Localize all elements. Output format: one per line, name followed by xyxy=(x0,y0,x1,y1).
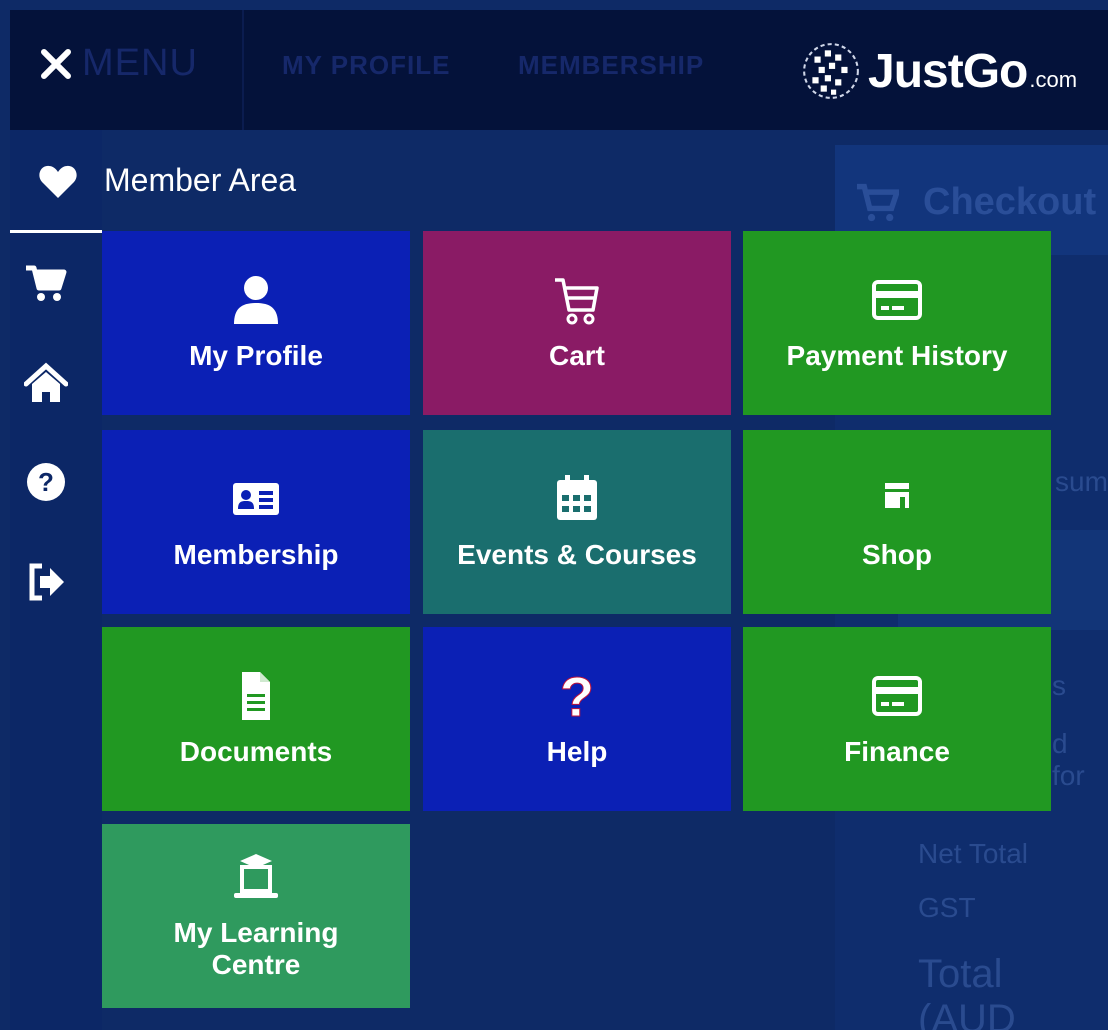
tile-cart[interactable]: Cart xyxy=(423,231,731,415)
globe-icon xyxy=(803,43,859,99)
question-icon: ? xyxy=(559,670,594,722)
summary-text: sum xyxy=(1055,466,1108,497)
checkout-title: Checkout xyxy=(923,181,1097,223)
tile-label: My Profile xyxy=(189,340,323,371)
svg-text:?: ? xyxy=(560,670,594,722)
tile-label: Events & Courses xyxy=(457,539,697,570)
nav-divider xyxy=(242,10,244,130)
tile-help[interactable]: ? Help xyxy=(423,627,731,811)
sidebar-active-indicator xyxy=(10,230,102,233)
cart-icon[interactable] xyxy=(24,262,68,306)
tile-events-courses[interactable]: Events & Courses xyxy=(423,430,731,614)
tile-shop[interactable]: Shop xyxy=(743,430,1051,614)
tile-my-learning-centre[interactable]: My Learning Centre xyxy=(102,824,410,1008)
tile-payment-history[interactable]: Payment History xyxy=(743,231,1051,415)
logo-brand: JustGo xyxy=(868,44,1028,98)
logo-suffix: .com xyxy=(1029,67,1078,92)
close-icon[interactable] xyxy=(36,44,76,84)
tile-label: My Learning Centre xyxy=(173,917,339,980)
member-area-header[interactable]: Member Area xyxy=(10,130,835,230)
home-icon[interactable] xyxy=(24,362,68,406)
tile-label: Help xyxy=(546,736,608,767)
tile-label: Shop xyxy=(862,539,932,570)
net-total-label: Net Total xyxy=(918,838,1028,869)
user-icon xyxy=(234,276,278,324)
tile-label: Documents xyxy=(179,736,333,767)
bg-text-s: s xyxy=(1052,670,1066,701)
sign-out-icon[interactable] xyxy=(24,560,68,604)
tile-label: Payment History xyxy=(786,340,1008,371)
tile-my-profile[interactable]: My Profile xyxy=(102,231,410,415)
top-navigation-bar: MENU MY PROFILE MEMBERSHIP JustGo .com xyxy=(10,10,1108,130)
tile-documents[interactable]: Documents xyxy=(102,627,410,811)
id-card-icon xyxy=(233,483,279,515)
tile-membership[interactable]: Membership xyxy=(102,430,410,614)
learning-icon xyxy=(234,854,278,898)
calendar-icon xyxy=(557,475,597,520)
document-icon xyxy=(242,672,270,720)
help-icon[interactable]: ? xyxy=(24,460,68,504)
member-area-title: Member Area xyxy=(104,162,297,198)
tile-label: Cart xyxy=(548,340,605,371)
store-icon xyxy=(885,483,909,508)
tile-finance[interactable]: Finance xyxy=(743,627,1051,811)
gst-label: GST xyxy=(918,892,976,923)
tile-label: Finance xyxy=(844,736,950,767)
bg-text-dfor: d for xyxy=(1052,728,1085,791)
justgo-logo[interactable]: JustGo .com xyxy=(800,36,1077,106)
total-label: Total (AUD xyxy=(918,952,1016,1030)
nav-membership: MEMBERSHIP xyxy=(518,50,705,80)
cart-icon xyxy=(555,278,599,325)
svg-text:?: ? xyxy=(38,467,54,497)
cart-icon xyxy=(857,183,899,222)
tile-label: Membership xyxy=(173,539,339,570)
credit-card-icon xyxy=(872,676,922,716)
credit-card-icon xyxy=(872,280,922,320)
menu-label: MENU xyxy=(82,42,198,84)
nav-my-profile: MY PROFILE xyxy=(282,50,451,80)
heart-icon xyxy=(39,165,77,198)
